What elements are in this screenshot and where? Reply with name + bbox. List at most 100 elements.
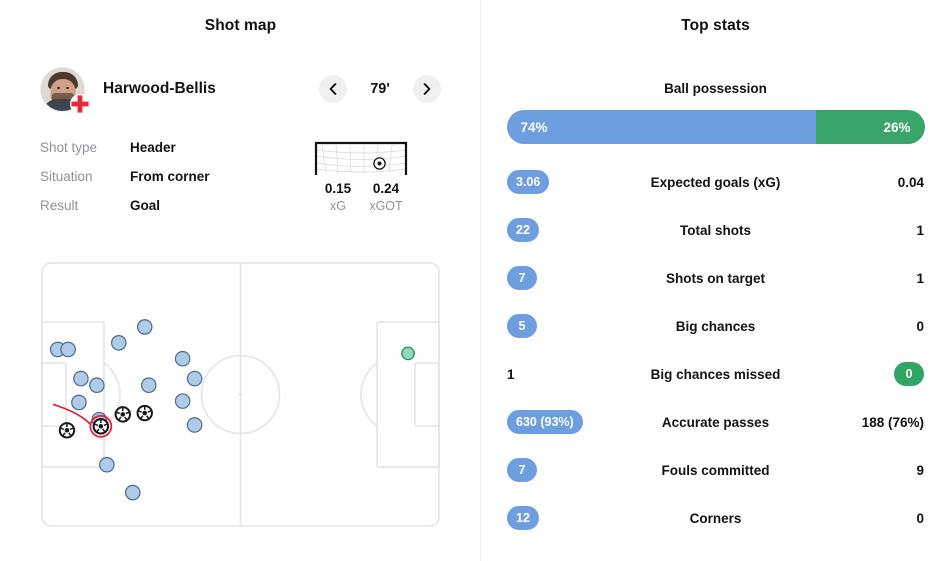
shot-marker-away[interactable] <box>401 346 415 361</box>
detail-row-result: Result Goal <box>40 191 300 220</box>
shot-marker-home[interactable] <box>136 319 153 335</box>
stat-value: 0.04 <box>897 174 924 190</box>
detail-value: From corner <box>130 169 210 184</box>
stat-value: 7 <box>507 266 537 290</box>
stat-home-value: 5 <box>507 314 625 338</box>
shot-details: Shot type Header Situation From corner R… <box>40 133 300 220</box>
shot-map-title: Shot map <box>204 17 277 34</box>
stat-away-value: 1 <box>806 223 924 238</box>
stat-row: 630 (93%) Accurate passes 188 (76%) <box>481 398 950 446</box>
possession-bar: 74% 26% <box>506 110 925 144</box>
stat-value: 3.06 <box>507 170 550 194</box>
stat-value: 0 <box>894 362 924 386</box>
stat-row: 22 Total shots 1 <box>481 206 950 254</box>
shot-marker-home[interactable] <box>99 456 115 473</box>
detail-label: Result <box>40 198 79 213</box>
detail-value: Header <box>130 140 176 155</box>
stat-label: Corners <box>689 510 742 526</box>
player-name: Harwood-Bellis <box>103 80 216 97</box>
stat-away-value: 0 <box>806 511 924 526</box>
xg-values: 0.15 xG 0.24 xGOT <box>314 181 410 213</box>
chevron-right-icon <box>423 83 431 95</box>
shot-ball-marker-icon <box>373 157 386 170</box>
stat-row: 7 Shots on target 1 <box>481 254 950 302</box>
shot-marker-home[interactable] <box>60 341 76 358</box>
shot-marker-home[interactable] <box>111 335 127 351</box>
stat-away-value: 0 <box>806 362 924 386</box>
stat-label: Fouls committed <box>661 462 770 478</box>
detail-row-shot-type: Shot type Header <box>40 133 300 162</box>
chevron-left-icon <box>329 83 337 95</box>
shot-marker-home[interactable] <box>124 484 141 501</box>
shot-minute: 79' <box>370 81 390 97</box>
shot-marker-home[interactable] <box>71 394 87 411</box>
shot-marker-goal[interactable] <box>136 404 153 422</box>
stat-home-value: 7 <box>507 266 625 290</box>
stat-home-value: 630 (93%) <box>507 410 625 434</box>
stat-away-value: 0.04 <box>806 175 924 190</box>
possession-away-value: 26% <box>815 110 925 144</box>
shot-marker-home[interactable] <box>140 377 157 394</box>
stat-row: 7 Fouls committed 9 <box>481 446 950 494</box>
stat-value: 0 <box>916 510 924 526</box>
pitch-shot-map[interactable] <box>41 262 440 527</box>
stat-value: 1 <box>507 366 515 382</box>
stat-label: Big chances missed <box>650 366 781 382</box>
xg-value: 0.15 <box>324 181 352 196</box>
stat-home-value: 7 <box>507 458 625 482</box>
stat-home-value: 3.06 <box>507 170 625 194</box>
stat-home-value: 1 <box>507 367 625 382</box>
stat-value: 1 <box>916 270 924 286</box>
shot-marker-home[interactable] <box>174 393 191 409</box>
xg-label: xG <box>330 199 346 213</box>
shot-map-panel: Shot map Harwood-Bellis 79' Shot type He… <box>0 0 481 561</box>
stat-home-value: 12 <box>507 506 625 530</box>
detail-row-situation: Situation From corner <box>40 162 300 191</box>
shot-markers[interactable] <box>49 319 415 501</box>
stat-value: 7 <box>507 458 537 482</box>
shot-marker-home[interactable] <box>73 370 89 387</box>
shot-map-stats-screen: Shot map Harwood-Bellis 79' Shot type He… <box>0 0 950 561</box>
xgot-label: xGOT <box>369 199 403 213</box>
stat-away-value: 188 (76%) <box>806 415 924 430</box>
stat-value: 188 (76%) <box>861 414 924 430</box>
england-flag-icon <box>70 93 90 114</box>
shot-marker-home[interactable] <box>186 370 203 387</box>
shot-marker-home[interactable] <box>89 377 105 394</box>
xg-cell: 0.15 xG <box>314 181 362 213</box>
stat-value: 630 (93%) <box>507 410 583 434</box>
stat-away-value: 0 <box>806 319 924 334</box>
stat-value: 22 <box>507 218 539 242</box>
detail-label: Shot type <box>40 140 98 155</box>
detail-label: Situation <box>40 169 93 184</box>
next-shot-button[interactable] <box>413 75 441 103</box>
stat-away-value: 9 <box>806 463 924 478</box>
stat-value: 12 <box>507 506 539 530</box>
previous-shot-button[interactable] <box>319 75 347 103</box>
shot-marker-home[interactable] <box>174 350 191 367</box>
possession-label: Ball possession <box>664 81 767 96</box>
xgot-value: 0.24 <box>372 181 400 196</box>
stat-row: 1 Big chances missed 0 <box>481 350 950 398</box>
avatar <box>40 66 90 114</box>
shot-marker-goal[interactable] <box>114 406 131 423</box>
stat-label: Accurate passes <box>661 414 770 430</box>
player-header: Harwood-Bellis 79' <box>0 58 481 120</box>
xgot-cell: 0.24 xGOT <box>362 181 410 213</box>
stat-label: Total shots <box>679 222 751 238</box>
shot-marker-goal[interactable] <box>58 422 76 439</box>
shot-marker-home[interactable] <box>186 417 203 433</box>
stat-label: Big chances <box>675 318 756 334</box>
stat-row: 12 Corners 0 <box>481 494 950 542</box>
stat-row: 5 Big chances 0 <box>481 302 950 350</box>
pitch-svg <box>41 262 440 527</box>
stat-label: Shots on target <box>665 270 765 286</box>
stat-value: 5 <box>507 314 537 338</box>
pitch-lines <box>41 262 440 527</box>
goal-net-icon <box>314 141 408 176</box>
stat-label: Expected goals (xG) <box>650 174 781 190</box>
stats-list: 3.06 Expected goals (xG) 0.04 22 Total shots… <box>481 158 950 542</box>
detail-value: Goal <box>130 198 161 213</box>
stat-home-value: 22 <box>507 218 625 242</box>
stat-value: 1 <box>916 222 924 238</box>
